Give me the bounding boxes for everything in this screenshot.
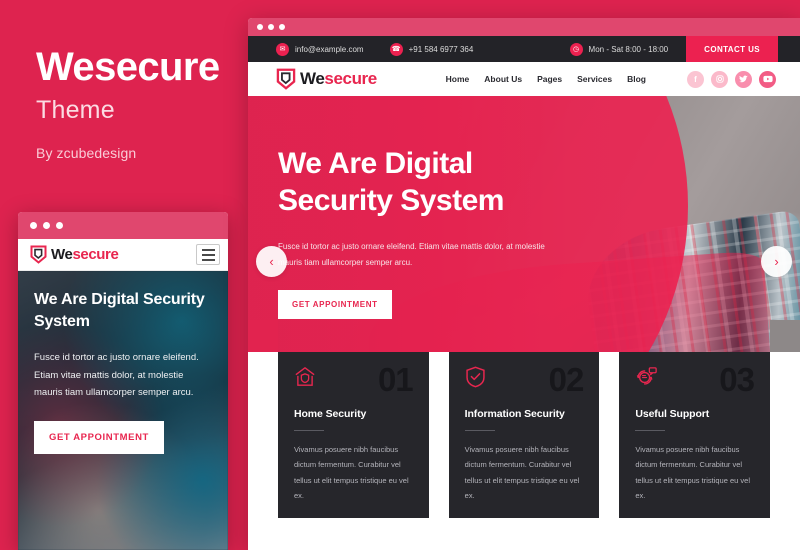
mobile-preview: Wesecure We Are Digital Security System … — [18, 212, 228, 550]
chrome-dot-3-icon — [279, 24, 285, 30]
topbar: ✉ info@example.com ☎ +91 584 6977 364 ◷ … — [248, 36, 800, 62]
divider — [464, 430, 495, 432]
nav-item-pages[interactable]: Pages — [537, 74, 562, 84]
phone-icon: ☎ — [389, 42, 403, 56]
promo-subtitle: Theme — [36, 96, 115, 124]
contact-us-button[interactable]: CONTACT US — [686, 36, 778, 62]
feature-card-text: Vivamus posuere nibh faucibus dictum fer… — [635, 445, 750, 501]
divider — [635, 430, 666, 432]
topbar-hours: ◷ Mon - Sat 8:00 - 18:00 — [569, 42, 669, 56]
feature-card-title: Useful Support — [635, 408, 710, 421]
desktop-browser-chrome — [248, 18, 800, 36]
cards-left-wedge — [248, 320, 278, 352]
slider-next-arrow-icon[interactable]: › — [761, 246, 792, 277]
shield-logo-icon — [30, 245, 47, 264]
topbar-email-text: info@example.com — [295, 44, 364, 54]
site-logo-text: Wesecure — [300, 69, 377, 89]
home-shield-icon — [294, 366, 316, 387]
mobile-browser-chrome — [18, 212, 228, 239]
hero-title-line-1: We Are Digital — [278, 147, 473, 180]
envelope-icon: ✉ — [276, 42, 289, 56]
logo-text-we: We — [300, 69, 325, 88]
slider-prev-arrow-icon[interactable]: ‹ — [256, 246, 287, 277]
hero-section: We Are Digital Security System Fusce id … — [248, 96, 800, 384]
hero-paragraph: Fusce id tortor ac justo ornare eleifend… — [278, 242, 545, 267]
mobile-navbar: Wesecure — [18, 239, 228, 271]
twitter-icon[interactable] — [735, 70, 752, 88]
mobile-get-appointment-button[interactable]: GET APPOINTMENT — [34, 420, 164, 454]
feature-cards: 01 Home Security Vivamus posuere nibh fa… — [248, 320, 800, 518]
shield-check-icon — [465, 366, 486, 388]
nav-item-services[interactable]: Services — [577, 74, 612, 84]
mobile-logo[interactable]: Wesecure — [30, 245, 119, 264]
logo-text-we: We — [51, 246, 73, 263]
mobile-hero: We Are Digital Security System Fusce id … — [18, 271, 228, 550]
instagram-icon[interactable] — [711, 70, 728, 88]
feature-card-useful-support[interactable]: 03 Useful Support Vivamus posuere nibh f… — [619, 352, 771, 518]
desktop-preview: ✉ info@example.com ☎ +91 584 6977 364 ◷ … — [248, 18, 800, 550]
divider — [294, 430, 324, 432]
mobile-hero-title: We Are Digital Security System — [34, 291, 205, 330]
feature-card-title: Information Security — [464, 408, 565, 421]
clock-icon: ◷ — [569, 42, 583, 56]
logo-text-secure: secure — [324, 69, 377, 88]
nav-item-blog[interactable]: Blog — [627, 74, 646, 84]
support-headset-icon — [635, 366, 658, 388]
hero-content: We Are Digital Security System Fusce id … — [248, 96, 548, 320]
navbar: Wesecure Home About Us Pages Services Bl… — [248, 62, 800, 96]
feature-card-title: Home Security — [294, 408, 367, 421]
feature-card-number: 02 — [548, 361, 585, 398]
youtube-icon[interactable] — [759, 70, 776, 88]
topbar-hours-text: Mon - Sat 8:00 - 18:00 — [588, 44, 669, 54]
cards-right-wedge — [770, 320, 800, 352]
logo-text-secure: secure — [72, 246, 119, 263]
social-links: f — [687, 70, 776, 88]
get-appointment-button[interactable]: GET APPOINTMENT — [278, 290, 392, 320]
mobile-hero-paragraph: Fusce id tortor ac justo ornare eleifend… — [34, 352, 199, 399]
feature-card-home-security[interactable]: 01 Home Security Vivamus posuere nibh fa… — [278, 352, 429, 518]
nav-item-home[interactable]: Home — [446, 74, 470, 84]
hamburger-menu-icon[interactable] — [196, 244, 220, 265]
mobile-logo-text: Wesecure — [51, 246, 119, 263]
feature-card-number: 03 — [719, 361, 755, 398]
feature-card-text: Vivamus posuere nibh faucibus dictum fer… — [464, 445, 580, 501]
page-title: Wesecure — [36, 45, 220, 89]
feature-card-information-security[interactable]: 02 Information Security Vivamus posuere … — [448, 352, 600, 518]
site-logo[interactable]: Wesecure — [276, 68, 377, 90]
topbar-phone-text: +91 584 6977 364 — [408, 44, 474, 54]
chrome-dot-3-icon — [56, 222, 63, 229]
main-nav: Home About Us Pages Services Blog f — [446, 70, 776, 88]
chrome-dot-1-icon — [257, 24, 263, 30]
feature-card-text: Vivamus posuere nibh faucibus dictum fer… — [294, 445, 409, 501]
nav-item-about-us[interactable]: About Us — [484, 74, 522, 84]
promo-author: By zcubedesign — [36, 145, 137, 161]
chrome-dot-2-icon — [43, 222, 50, 229]
facebook-icon[interactable]: f — [687, 70, 704, 88]
topbar-phone[interactable]: ☎ +91 584 6977 364 — [389, 42, 474, 56]
feature-card-number: 01 — [377, 361, 414, 398]
hero-title-line-2: Security System — [278, 183, 504, 217]
chrome-dot-2-icon — [268, 24, 274, 30]
shield-logo-icon — [276, 68, 296, 90]
topbar-email[interactable]: ✉ info@example.com — [276, 42, 364, 56]
chrome-dot-1-icon — [30, 222, 37, 229]
hero-title: We Are Digital Security System — [278, 146, 548, 219]
